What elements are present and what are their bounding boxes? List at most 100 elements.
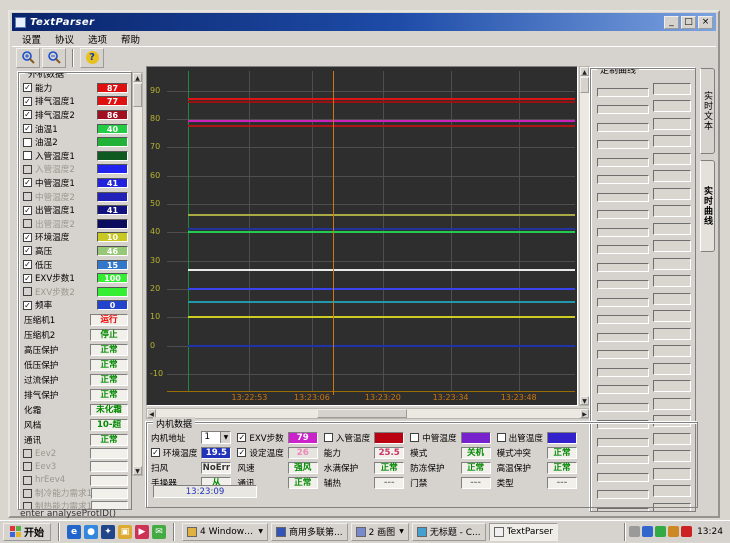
curve-slot-box[interactable] xyxy=(597,333,649,342)
curve-slot-box[interactable] xyxy=(597,210,649,219)
browser-icon[interactable]: ● xyxy=(84,525,98,539)
curve-slot-box[interactable] xyxy=(597,263,649,272)
curve-slot-box[interactable] xyxy=(597,88,649,97)
taskbar-button[interactable]: 商用多联第... xyxy=(271,523,348,541)
chevron-down-icon[interactable]: ▼ xyxy=(220,432,230,443)
curve-slot-box[interactable] xyxy=(597,140,649,149)
series-line-EXV步数(内机) xyxy=(188,120,575,122)
curve-slot-box[interactable] xyxy=(597,385,649,394)
checkbox[interactable]: ✓ xyxy=(237,448,246,457)
curve-slot-box[interactable] xyxy=(597,350,649,359)
curve-slot-box[interactable] xyxy=(597,158,649,167)
textparser-icon xyxy=(494,527,504,537)
chart-horizontal-scrollbar[interactable]: ◀ ▶ xyxy=(146,408,590,419)
curve-slot-box[interactable] xyxy=(597,280,649,289)
curve-slot-box[interactable] xyxy=(597,193,649,202)
checkbox[interactable]: ✓ xyxy=(23,301,32,310)
checkbox[interactable] xyxy=(410,433,419,442)
indoor-row: NoErr xyxy=(201,461,231,474)
curve-slot-box[interactable] xyxy=(597,175,649,184)
checkbox[interactable]: ✓ xyxy=(23,260,32,269)
antivirus-icon[interactable] xyxy=(681,526,692,537)
restore-button[interactable]: □ xyxy=(681,16,696,29)
scrollbar-thumb[interactable] xyxy=(317,409,407,418)
indoor-row: 出管温度 xyxy=(497,431,543,444)
ie-icon[interactable]: e xyxy=(67,525,81,539)
indoor-address-combo[interactable]: 1▼ xyxy=(201,431,231,444)
chart-vertical-scrollbar[interactable]: ▲ ▼ xyxy=(579,66,590,406)
zoom-in-button[interactable] xyxy=(16,48,40,68)
checkbox[interactable] xyxy=(23,151,32,160)
msn-icon[interactable]: ✦ xyxy=(101,525,115,539)
y-axis-label: 90 xyxy=(150,86,160,95)
checkbox[interactable]: ✓ xyxy=(23,246,32,255)
series-label: 排气温度1 xyxy=(35,95,75,107)
gridline-h xyxy=(167,91,575,92)
chart-cursor[interactable] xyxy=(333,71,334,395)
curve-slot-box[interactable] xyxy=(597,123,649,132)
menu-item-3[interactable]: 帮助 xyxy=(115,31,146,47)
curve-slot-box[interactable] xyxy=(597,315,649,324)
scroll-down-icon[interactable]: ▼ xyxy=(133,466,142,475)
sidebar-scrollbar[interactable]: ▲ ▼ xyxy=(132,72,143,476)
mail-icon[interactable]: ✉ xyxy=(152,525,166,539)
checkbox[interactable]: ✓ xyxy=(23,97,32,106)
trend-chart[interactable]: 9080706050403020100-1013:22:5313:23:0613… xyxy=(146,66,578,406)
checkbox[interactable] xyxy=(497,433,506,442)
checkbox[interactable]: ✓ xyxy=(23,233,32,242)
curve-slot-box[interactable] xyxy=(597,508,649,513)
curve-slot-box[interactable] xyxy=(597,105,649,114)
checkbox[interactable]: ✓ xyxy=(23,83,32,92)
scroll-up-icon[interactable]: ▲ xyxy=(580,67,589,76)
printer-icon[interactable] xyxy=(629,526,640,537)
checkbox[interactable]: ✓ xyxy=(23,110,32,119)
scroll-up-icon[interactable]: ▲ xyxy=(133,73,142,82)
scroll-right-icon[interactable]: ▶ xyxy=(580,409,589,418)
y-axis-label: 0 xyxy=(150,341,155,350)
indoor-row: 正常 xyxy=(374,461,404,474)
status-row: 通讯正常 xyxy=(19,432,131,447)
checkbox[interactable]: ✓ xyxy=(237,433,246,442)
scrollbar-thumb[interactable] xyxy=(133,83,142,107)
network-icon[interactable] xyxy=(655,526,666,537)
indoor-row: ✓EXV步数 xyxy=(237,431,283,444)
checkbox[interactable]: ✓ xyxy=(23,206,32,215)
minimize-button[interactable]: _ xyxy=(664,16,679,29)
close-button[interactable]: × xyxy=(698,16,713,29)
checkbox[interactable]: ✓ xyxy=(23,178,32,187)
update-icon[interactable] xyxy=(668,526,679,537)
taskbar-button[interactable]: TextParser xyxy=(489,523,558,541)
zoom-out-button[interactable] xyxy=(42,48,66,68)
curve-slot-box[interactable] xyxy=(597,298,649,307)
curve-slot-box[interactable] xyxy=(597,245,649,254)
curve-slot-box[interactable] xyxy=(597,368,649,377)
series-label: 入管温度2 xyxy=(35,163,75,175)
checkbox[interactable]: ✓ xyxy=(23,124,32,133)
checkbox xyxy=(23,219,32,228)
tab-实时文本[interactable]: 实时文本 xyxy=(700,68,715,154)
messenger-icon[interactable] xyxy=(642,526,653,537)
taskbar-button[interactable]: 2 画图▼ xyxy=(351,523,409,541)
checkbox[interactable]: ✓ xyxy=(151,448,160,457)
y-axis-label: 80 xyxy=(150,114,160,123)
chevron-down-icon[interactable]: ▼ xyxy=(258,528,263,535)
folder-icon[interactable]: ▣ xyxy=(118,525,132,539)
start-button[interactable]: 开始 xyxy=(3,523,51,541)
checkbox[interactable] xyxy=(23,138,32,147)
chevron-down-icon[interactable]: ▼ xyxy=(399,528,404,535)
checkbox[interactable]: ✓ xyxy=(23,274,32,283)
menu-item-2[interactable]: 选项 xyxy=(82,31,113,47)
media-player-icon[interactable]: ▶ xyxy=(135,525,149,539)
taskbar-button[interactable]: 无标题 - C... xyxy=(412,523,486,541)
help-button[interactable]: ? xyxy=(80,48,104,68)
curve-slot-box[interactable] xyxy=(597,403,649,412)
curve-slot-box[interactable] xyxy=(597,228,649,237)
taskbar-button[interactable]: 4 Windows...▼ xyxy=(182,523,268,541)
checkbox[interactable] xyxy=(324,433,333,442)
scrollbar-thumb[interactable] xyxy=(580,77,589,93)
menu-item-0[interactable]: 设置 xyxy=(16,31,47,47)
indoor-row: 内机地址 xyxy=(151,431,197,444)
tab-实时曲线[interactable]: 实时曲线 xyxy=(700,160,715,252)
scroll-down-icon[interactable]: ▼ xyxy=(580,396,589,405)
menu-item-1[interactable]: 协议 xyxy=(49,31,80,47)
